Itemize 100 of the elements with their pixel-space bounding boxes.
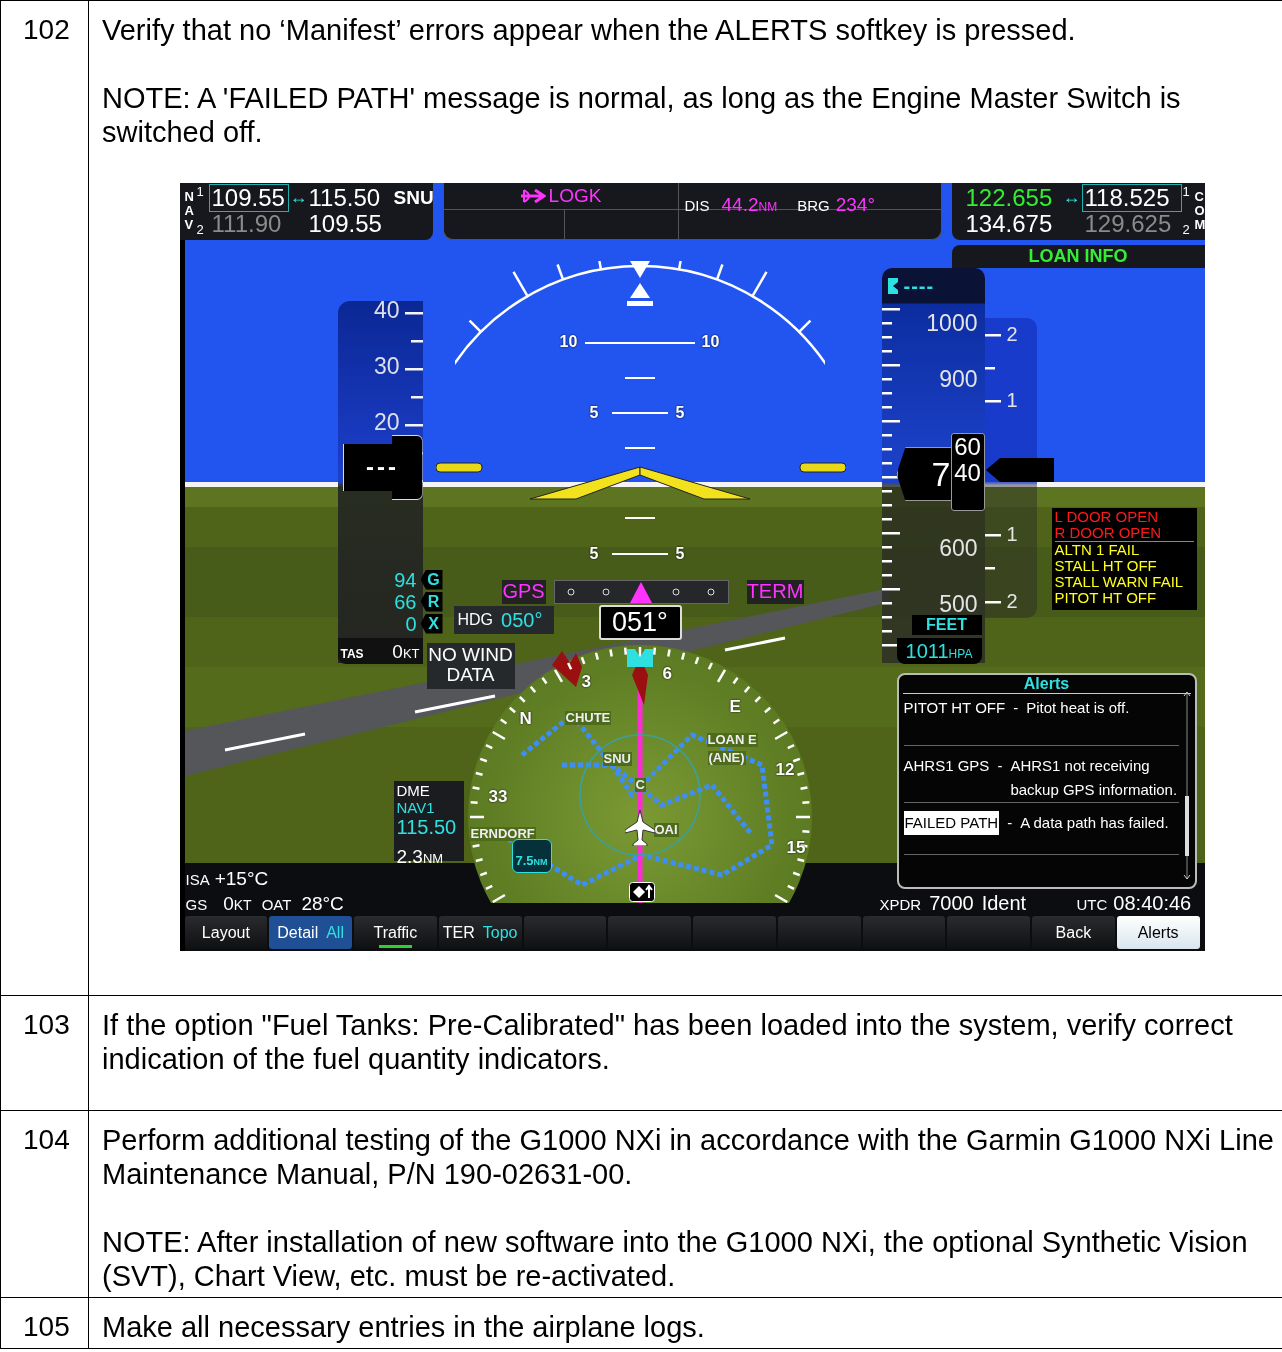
radio-label: COM <box>1194 189 1205 233</box>
alert-name[interactable]: AHRS1 GPS <box>903 753 990 778</box>
step-text: Perform additional testing of the G1000 NXi in accordance with the Garmin G1000 NXi Line Maintenance Manual, P/N 190-02631-00. <box>102 1123 1275 1191</box>
softkey[interactable] <box>693 916 776 949</box>
softkey[interactable] <box>777 916 861 949</box>
annunciation: R DOOR OPEN <box>1054 525 1194 542</box>
vertical-speed-label: 2 <box>1006 323 1018 345</box>
altitude-scale-label: 600 <box>938 536 978 562</box>
softkey[interactable]: Layout <box>184 916 268 949</box>
compass-label: 33 <box>488 788 508 807</box>
pitch-label: 10 <box>559 333 578 351</box>
softkey[interactable]: TER Topo <box>438 916 522 949</box>
active-frequency: 115.50 <box>308 184 382 212</box>
compass-label: N <box>519 710 532 729</box>
bearing-value: 234° <box>835 195 875 216</box>
isa-label: ISA <box>185 872 210 889</box>
orientation-icon <box>628 882 655 902</box>
transponder-label: XPDR <box>879 897 922 914</box>
nav-source: GPS <box>501 580 546 604</box>
altitude-readout: 7 <box>896 447 953 501</box>
map-label: OAI <box>653 823 679 838</box>
softkey[interactable] <box>947 916 1030 949</box>
annunciation: STALL HT OFF <box>1054 558 1158 574</box>
compass-label: 12 <box>775 761 795 780</box>
softkey[interactable] <box>862 916 946 949</box>
map-label: CHUTE <box>564 711 612 726</box>
standby-frequency[interactable]: 109.55 <box>208 183 289 213</box>
softkey[interactable] <box>608 916 691 949</box>
pitch-label: 10 <box>701 333 720 351</box>
roller-digits: 40 <box>954 460 981 486</box>
speed-scale-label: 20 <box>372 410 400 436</box>
utc-time: 08:40:46 <box>1113 892 1192 914</box>
radio-index: 2 <box>1182 222 1191 237</box>
compass-label: 3 <box>581 673 591 692</box>
speed-scale-label: 40 <box>372 301 400 324</box>
step-number: 103 <box>23 1009 70 1040</box>
dme-distance: 2.3 <box>396 846 423 867</box>
swap-arrow: ↔ <box>1062 188 1081 208</box>
radio-label: NAV <box>184 189 195 233</box>
altitude-scale-label: 1000 <box>925 311 978 337</box>
isa-value: +15°C <box>214 869 269 890</box>
dme-frequency: 115.50 <box>396 816 458 838</box>
waypoint-name: LOGK <box>548 185 602 207</box>
vertical-speed-pointer <box>985 458 1054 482</box>
softkey[interactable]: Alerts <box>1116 916 1200 949</box>
flight-phase: TERM <box>746 580 804 604</box>
compass-label: E <box>729 698 741 717</box>
wind-status: NO WIND DATA <box>426 643 515 689</box>
standby-frequency[interactable]: 118.525 <box>1081 183 1182 213</box>
active-frequency: 122.655 <box>965 184 1054 212</box>
step-text: Make all necessary entries in the airplane logs. <box>102 1310 706 1344</box>
step-number: 105 <box>23 1311 70 1342</box>
pitch-label: 5 <box>675 404 685 422</box>
distance-unit: NM <box>758 200 778 214</box>
utc-label: UTC <box>1076 897 1108 914</box>
oat-label: OAT <box>261 897 292 914</box>
direct-to-arrow-icon <box>519 188 546 204</box>
step-number: 102 <box>23 14 70 45</box>
alert-message: AHRS1 not receiving backup GPS information. <box>1010 755 1179 800</box>
ground-speed-label: GS <box>185 897 208 914</box>
alert-message: A data path has failed. <box>1020 812 1170 833</box>
alert-dash: - <box>997 755 1003 776</box>
radio-index: 1 <box>1182 185 1191 200</box>
alert-name[interactable]: FAILED PATH <box>903 810 1000 835</box>
annunciation: L DOOR OPEN <box>1054 509 1160 525</box>
softkey[interactable]: Traffic <box>354 916 437 949</box>
active-frequency: 134.675 <box>965 210 1054 238</box>
dme-title: DME <box>396 783 431 800</box>
softkey[interactable]: Detail All <box>269 916 352 949</box>
step-text: Verify that no ‘Manifest’ errors appear when the ALERTS softkey is pressed. <box>102 13 1077 47</box>
vertical-speed-label: 2 <box>1006 590 1018 612</box>
altitude-unit: FEET <box>911 615 982 635</box>
softkey[interactable]: Back <box>1032 916 1115 949</box>
vertical-speed-label: 1 <box>1006 523 1018 545</box>
speed-bug-value: 0 <box>404 613 417 634</box>
selected-altitude-value: ---- <box>903 274 935 297</box>
compass-label: 15 <box>786 839 806 858</box>
heading-bug-value: 050° <box>501 609 543 631</box>
pitch-label: 5 <box>589 404 599 422</box>
active-frequency: 109.55 <box>308 210 383 238</box>
map-label: C <box>634 778 646 793</box>
aircraft-icon <box>624 810 655 846</box>
roller-digits: 60 <box>954 434 981 460</box>
alert-name[interactable]: PITOT HT OFF <box>903 695 1006 720</box>
oat-value: 28°C <box>301 894 344 915</box>
current-heading: 051° <box>598 605 682 640</box>
softkey-value: All <box>326 923 344 942</box>
alerts-title: Alerts <box>902 675 1191 694</box>
step-text: NOTE: A 'FAILED PATH' message is normal, as long as the Engine Master Switch is switched off. <box>102 81 1182 149</box>
dme-source: NAV1 <box>396 799 436 816</box>
map-label: (ANE) <box>707 751 746 766</box>
barometer-value: 1011 <box>905 640 949 662</box>
softkey[interactable] <box>523 916 607 949</box>
step-text: If the option "Fuel Tanks: Pre-Calibrated" has been loaded into the system, verify correct indication of the fuel quantity indicators. <box>102 1008 1234 1076</box>
radio-index: 2 <box>196 222 205 237</box>
distance-value: 44.2 <box>721 194 759 215</box>
range-unit: NM <box>533 857 548 867</box>
barometer-unit: HPA <box>948 648 973 662</box>
altitude-bug-icon <box>887 277 898 294</box>
speed-bug-value: 66 <box>393 591 417 612</box>
